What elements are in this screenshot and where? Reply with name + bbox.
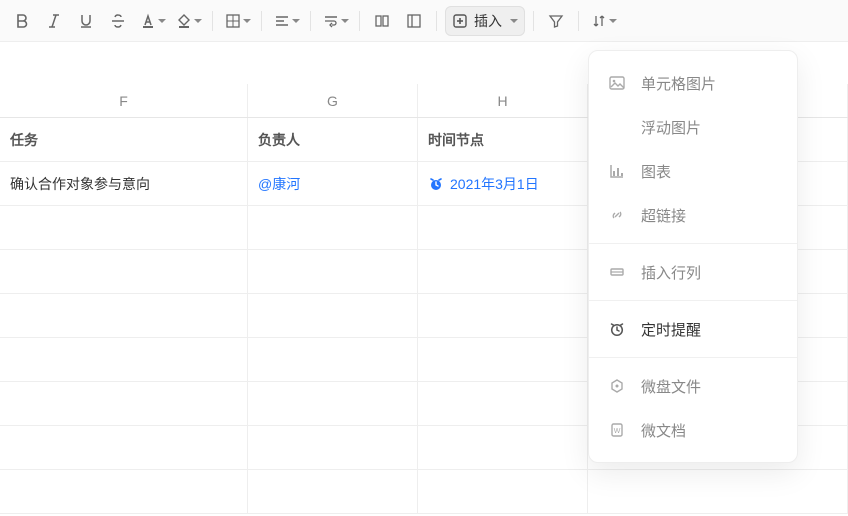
menu-label: 浮动图片 bbox=[641, 117, 701, 138]
menu-item-hyperlink[interactable]: 超链接 bbox=[589, 193, 797, 237]
chevron-down-icon bbox=[341, 19, 349, 23]
date-chip[interactable]: 2021年3月1日 bbox=[428, 174, 539, 194]
wrap-button[interactable] bbox=[319, 7, 351, 35]
bold-button[interactable] bbox=[8, 7, 36, 35]
header-cell-task[interactable]: 任务 bbox=[0, 118, 248, 161]
filter-button[interactable] bbox=[542, 7, 570, 35]
menu-separator bbox=[589, 357, 797, 358]
chevron-down-icon bbox=[292, 19, 300, 23]
align-button[interactable] bbox=[270, 7, 302, 35]
chevron-down-icon bbox=[243, 19, 251, 23]
sort-button[interactable] bbox=[587, 7, 619, 35]
chart-icon bbox=[607, 161, 627, 181]
header-cell-owner[interactable]: 负责人 bbox=[248, 118, 418, 161]
menu-label: 图表 bbox=[641, 161, 671, 182]
menu-label: 定时提醒 bbox=[641, 319, 701, 340]
col-header-G[interactable]: G bbox=[248, 84, 418, 117]
chevron-down-icon bbox=[609, 19, 617, 23]
header-cell-time[interactable]: 时间节点 bbox=[418, 118, 588, 161]
col-header-F[interactable]: F bbox=[0, 84, 248, 117]
borders-button[interactable] bbox=[221, 7, 253, 35]
doc-icon: W bbox=[607, 420, 627, 440]
strikethrough-button[interactable] bbox=[104, 7, 132, 35]
chevron-down-icon bbox=[194, 19, 202, 23]
menu-item-insert-rc[interactable]: 插入行列 bbox=[589, 250, 797, 294]
fill-color-button[interactable] bbox=[172, 7, 204, 35]
alarm-icon bbox=[428, 176, 444, 192]
menu-label: 超链接 bbox=[641, 205, 686, 226]
underline-button[interactable] bbox=[72, 7, 100, 35]
toolbar-divider bbox=[359, 11, 360, 31]
menu-separator bbox=[589, 300, 797, 301]
link-icon bbox=[607, 205, 627, 225]
toolbar-divider bbox=[310, 11, 311, 31]
insert-label: 插入 bbox=[474, 11, 502, 31]
cell-owner[interactable]: @康河 bbox=[248, 162, 418, 205]
image-icon bbox=[607, 73, 627, 93]
menu-item-cell-image[interactable]: 单元格图片 bbox=[589, 61, 797, 105]
toolbar-divider bbox=[436, 11, 437, 31]
toolbar-divider bbox=[212, 11, 213, 31]
cell-task[interactable]: 确认合作对象参与意向 bbox=[0, 162, 248, 205]
menu-label: 微文档 bbox=[641, 420, 686, 441]
toolbar: 插入 bbox=[0, 0, 848, 42]
drive-icon bbox=[607, 376, 627, 396]
menu-item-wedoc[interactable]: W 微文档 bbox=[589, 408, 797, 452]
date-text: 2021年3月1日 bbox=[450, 174, 539, 194]
freeze-button[interactable] bbox=[400, 7, 428, 35]
merge-button[interactable] bbox=[368, 7, 396, 35]
col-header-H[interactable]: H bbox=[418, 84, 588, 117]
mention[interactable]: @康河 bbox=[258, 174, 300, 194]
font-color-button[interactable] bbox=[136, 7, 168, 35]
svg-text:W: W bbox=[614, 428, 621, 435]
blank-icon bbox=[607, 117, 627, 137]
menu-item-wedrive[interactable]: 微盘文件 bbox=[589, 364, 797, 408]
chevron-down-icon bbox=[158, 19, 166, 23]
row-col-icon bbox=[607, 262, 627, 282]
toolbar-divider bbox=[533, 11, 534, 31]
cell-time[interactable]: 2021年3月1日 bbox=[418, 162, 588, 205]
menu-item-reminder[interactable]: 定时提醒 bbox=[589, 307, 797, 351]
menu-item-floating-image[interactable]: 浮动图片 bbox=[589, 105, 797, 149]
chevron-down-icon bbox=[510, 19, 518, 23]
table-row bbox=[0, 470, 848, 514]
menu-label: 插入行列 bbox=[641, 262, 701, 283]
toolbar-divider bbox=[578, 11, 579, 31]
alarm-icon bbox=[607, 319, 627, 339]
menu-label: 微盘文件 bbox=[641, 376, 701, 397]
menu-label: 单元格图片 bbox=[641, 73, 716, 94]
toolbar-divider bbox=[261, 11, 262, 31]
insert-button[interactable]: 插入 bbox=[445, 6, 525, 36]
plus-box-icon bbox=[452, 13, 468, 29]
menu-item-chart[interactable]: 图表 bbox=[589, 149, 797, 193]
insert-menu: 单元格图片 浮动图片 图表 超链接 插入行列 定时提醒 微盘文件 W 微文档 bbox=[588, 50, 798, 463]
menu-separator bbox=[589, 243, 797, 244]
italic-button[interactable] bbox=[40, 7, 68, 35]
